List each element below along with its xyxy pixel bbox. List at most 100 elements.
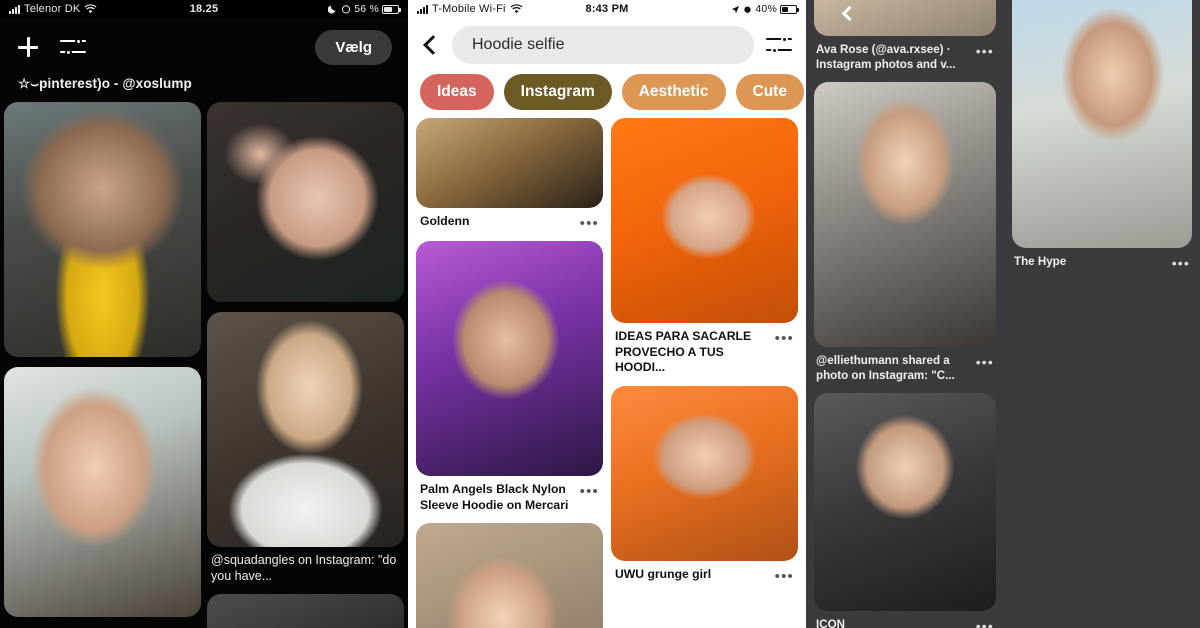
carrier-label: Telenor DK	[24, 3, 81, 15]
pin-more-icon[interactable]: •••	[976, 353, 994, 369]
pin-image	[416, 118, 603, 208]
pin-card[interactable]: Palm Angels Black Nylon Sleeve Hoodie on…	[416, 241, 603, 513]
pin-caption: @elliethumann shared a photo on Instagra…	[816, 354, 955, 383]
pin-card[interactable]: The Hype •••	[1012, 0, 1192, 270]
pin-card[interactable]: ICON •••	[814, 393, 996, 628]
panel-pinterest-search-light: T-Mobile Wi-Fi 8:43 PM 40% Hoodie selfie…	[408, 0, 806, 628]
pin-image	[207, 102, 404, 302]
panel2-column-right: IDEAS PARA SACARLE PROVECHO A TUS HOODI.…	[611, 118, 798, 628]
filter-pill-row[interactable]: Ideas Instagram Aesthetic Cute Aesthe	[408, 74, 806, 118]
board-title: ☆⌣pinterest)o - @xoslump	[18, 76, 192, 91]
pin-caption-row: Goldenn •••	[416, 208, 603, 231]
pin-caption: ICON	[816, 618, 845, 628]
pin-caption: Palm Angels Black Nylon Sleeve Hoodie on…	[420, 482, 569, 512]
status-signal: T-Mobile Wi-Fi	[417, 3, 523, 15]
search-bar: Hoodie selfie	[408, 18, 806, 74]
pin-image	[416, 523, 603, 628]
pin-more-icon[interactable]: •••	[1172, 254, 1190, 270]
pin-card[interactable]: IDEAS PARA SACARLE PROVECHO A TUS HOODI.…	[611, 118, 798, 376]
pin-caption: @squadangles on Instagram: "do you have.…	[211, 553, 397, 583]
pin-more-icon[interactable]: •••	[976, 617, 994, 628]
status-signal: Telenor DK	[9, 3, 97, 15]
panel1-pin-grid: @squadangles on Instagram: "do you have.…	[0, 102, 408, 628]
location-icon	[732, 5, 740, 13]
filter-pill-ideas[interactable]: Ideas	[420, 74, 494, 110]
status-battery-group: 40%	[731, 3, 799, 15]
pin-caption: Goldenn	[420, 214, 470, 228]
pin-caption: The Hype	[1014, 255, 1067, 268]
pin-more-icon[interactable]: •••	[775, 567, 794, 584]
search-input[interactable]: Hoodie selfie	[452, 26, 754, 64]
panel3-pin-list: Ava Rose (@ava.rxsee) · Instagram photos…	[806, 0, 1004, 628]
pin-card[interactable]	[207, 102, 404, 302]
status-bar-panel1: Telenor DK 18.25 56 %	[0, 0, 408, 18]
alarm-icon	[342, 5, 351, 14]
pin-image	[611, 118, 798, 323]
pin-caption-row: Palm Angels Black Nylon Sleeve Hoodie on…	[416, 476, 603, 513]
carrier-label: T-Mobile Wi-Fi	[432, 3, 506, 15]
panel4-pin-list: The Hype •••	[1004, 0, 1200, 580]
pin-image	[4, 367, 201, 617]
pin-caption: IDEAS PARA SACARLE PROVECHO A TUS HOODI.…	[615, 329, 752, 375]
filter-sliders-icon[interactable]	[60, 36, 86, 58]
panel1-toolbar: Vælg	[0, 18, 408, 76]
pin-caption-row: Ava Rose (@ava.rxsee) · Instagram photos…	[814, 36, 996, 72]
wifi-icon	[510, 4, 523, 14]
panel1-column-right: @squadangles on Instagram: "do you have.…	[207, 102, 404, 628]
pin-card[interactable]: Ava Rose (@ava.rxsee) · Instagram photos…	[814, 0, 996, 72]
add-icon[interactable]	[16, 35, 40, 59]
filter-pill-cute[interactable]: Cute	[735, 74, 804, 110]
pin-card[interactable]: UWU grunge girl •••	[611, 385, 798, 584]
pin-card[interactable]: @squadangles on Instagram: "do you have.…	[207, 312, 404, 584]
battery-percent: 56 %	[354, 3, 379, 15]
alarm-icon	[744, 6, 752, 13]
pin-more-icon[interactable]: •••	[580, 482, 599, 499]
pin-caption: UWU grunge girl	[615, 566, 712, 581]
pin-card[interactable]	[1012, 280, 1192, 580]
pin-more-icon[interactable]: •••	[580, 214, 599, 231]
pin-image	[4, 102, 201, 357]
pin-image	[207, 594, 404, 628]
panel1-column-left	[4, 102, 201, 628]
pin-card[interactable]: @elliethumann shared a photo on Instagra…	[814, 82, 996, 383]
pin-card[interactable]	[4, 367, 201, 617]
panel2-column-left: Goldenn ••• Palm Angels Black Nylon Slee…	[416, 118, 603, 628]
signal-bars-icon	[417, 4, 428, 14]
pin-card[interactable]	[207, 594, 404, 628]
pin-caption-row: ICON •••	[814, 611, 996, 628]
filter-sliders-icon[interactable]	[766, 34, 792, 56]
pin-image	[1012, 280, 1192, 580]
status-battery-group: 56 %	[328, 3, 401, 15]
back-chevron-icon[interactable]	[423, 35, 443, 55]
pin-caption-row: UWU grunge girl •••	[611, 561, 798, 584]
select-button[interactable]: Vælg	[315, 29, 392, 65]
pin-caption-row: The Hype •••	[1012, 248, 1192, 270]
back-chevron-icon[interactable]	[841, 5, 858, 22]
panel-pinterest-feed-grey-a: Ava Rose (@ava.rxsee) · Instagram photos…	[806, 0, 1004, 628]
panel-pinterest-board-dark: Telenor DK 18.25 56 % Vælg ☆⌣pinterest)o…	[0, 0, 408, 628]
pin-image	[814, 393, 996, 612]
battery-percent: 40%	[755, 3, 777, 15]
pin-card[interactable]	[416, 523, 603, 628]
battery-icon	[780, 4, 799, 14]
pin-more-icon[interactable]: •••	[775, 329, 794, 346]
pin-image	[207, 312, 404, 547]
pin-caption: Ava Rose (@ava.rxsee) · Instagram photos…	[816, 43, 956, 72]
pin-card[interactable]: Goldenn •••	[416, 118, 603, 231]
pin-more-icon[interactable]: •••	[976, 42, 994, 58]
filter-pill-instagram[interactable]: Instagram	[503, 74, 612, 110]
pin-image	[814, 82, 996, 348]
panel2-pin-grid: Goldenn ••• Palm Angels Black Nylon Slee…	[408, 118, 806, 628]
pin-caption-row: @elliethumann shared a photo on Instagra…	[814, 347, 996, 383]
moon-icon	[328, 5, 336, 14]
filter-pill-aesthetic[interactable]: Aesthetic	[621, 74, 726, 110]
signal-bars-icon	[9, 4, 20, 14]
wifi-icon	[84, 4, 97, 14]
pin-image	[1012, 0, 1192, 248]
pin-caption-row: IDEAS PARA SACARLE PROVECHO A TUS HOODI.…	[611, 323, 798, 376]
battery-icon	[382, 4, 401, 14]
pin-card[interactable]	[4, 102, 201, 357]
status-bar-panel2: T-Mobile Wi-Fi 8:43 PM 40%	[408, 0, 806, 18]
pin-image	[814, 0, 996, 36]
panel-pinterest-feed-grey-b: The Hype •••	[1004, 0, 1200, 628]
